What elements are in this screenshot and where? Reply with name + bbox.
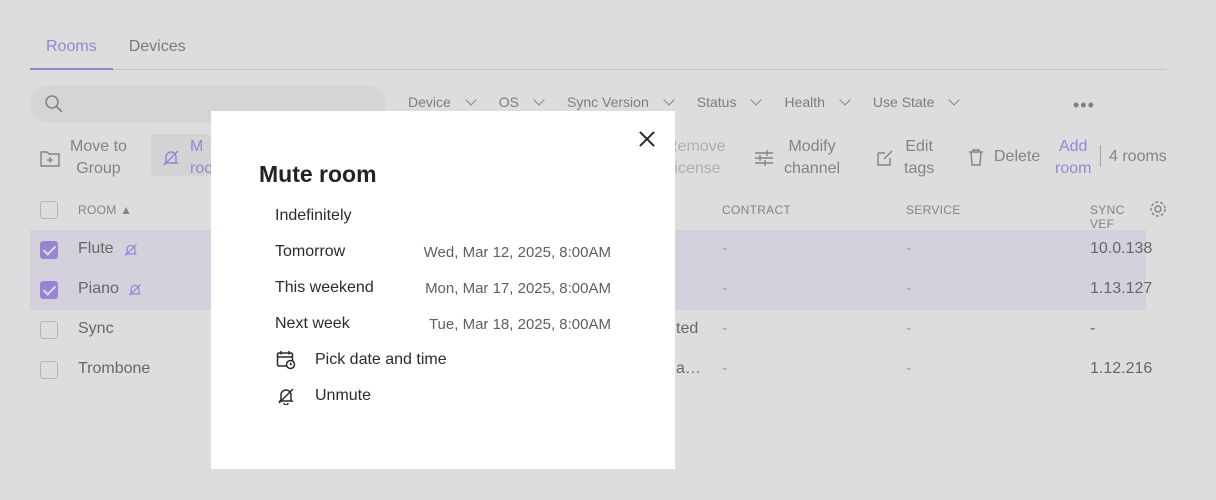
unmute-button[interactable]: Unmute bbox=[275, 381, 611, 411]
option-label: Tomorrow bbox=[275, 243, 346, 260]
option-this-weekend[interactable]: This weekend Mon, Mar 17, 2025, 8:00AM bbox=[275, 273, 611, 303]
option-label: Unmute bbox=[315, 387, 372, 404]
mute-room-dialog: Mute room Indefinitely Tomorrow Wed, Mar… bbox=[211, 111, 675, 469]
option-time: Tue, Mar 18, 2025, 8:00AM bbox=[428, 315, 611, 333]
option-label: Indefinitely bbox=[275, 207, 352, 224]
option-time: Wed, Mar 12, 2025, 8:00AM bbox=[423, 243, 611, 261]
bell-off-icon bbox=[275, 385, 297, 407]
option-next-week[interactable]: Next week Tue, Mar 18, 2025, 8:00AM bbox=[275, 309, 611, 339]
option-time: Mon, Mar 17, 2025, 8:00AM bbox=[425, 279, 611, 297]
dialog-title: Mute room bbox=[259, 161, 377, 187]
option-label: Pick date and time bbox=[315, 351, 447, 368]
option-indefinitely[interactable]: Indefinitely bbox=[275, 201, 611, 231]
close-icon[interactable] bbox=[635, 127, 659, 151]
option-tomorrow[interactable]: Tomorrow Wed, Mar 12, 2025, 8:00AM bbox=[275, 237, 611, 267]
option-label: This weekend bbox=[275, 279, 374, 296]
pick-date-time-button[interactable]: Pick date and time bbox=[275, 345, 611, 375]
option-label: Next week bbox=[275, 315, 350, 332]
calendar-clock-icon bbox=[275, 349, 297, 371]
